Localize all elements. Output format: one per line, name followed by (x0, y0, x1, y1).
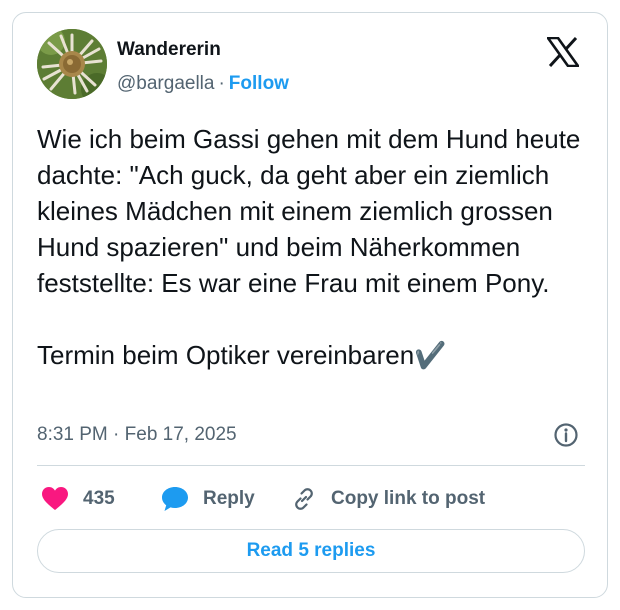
author-handle[interactable]: @bargaella (117, 73, 214, 94)
tweet-card: Wandererin @bargaella · Follow Wie ich bei… (12, 12, 608, 598)
reply-button[interactable]: Reply (161, 483, 255, 515)
separator-dot: · (218, 73, 225, 94)
tweet-paragraph: Wie ich beim Gassi gehen mit dem Hund he… (37, 124, 581, 298)
reply-label: Reply (203, 488, 255, 509)
divider (37, 465, 585, 466)
like-button[interactable]: 435 (41, 483, 115, 515)
read-replies-button[interactable]: Read 5 replies (37, 529, 585, 573)
avatar[interactable] (37, 29, 107, 99)
heart-icon (41, 486, 69, 512)
tweet-text: Wie ich beim Gassi gehen mit dem Hund he… (37, 121, 593, 373)
follow-button[interactable]: Follow (229, 73, 289, 94)
timestamp[interactable]: 8:31 PM · Feb 17, 2025 (37, 424, 237, 446)
like-count: 435 (83, 488, 115, 509)
author-meta: @bargaella · Follow (117, 73, 289, 95)
copy-link-label: Copy link to post (331, 488, 486, 509)
x-logo-icon[interactable] (546, 36, 580, 68)
copy-link-button[interactable]: Copy link to post (291, 483, 485, 515)
author-name[interactable]: Wandererin (117, 39, 221, 61)
read-replies-label: Read 5 replies (246, 540, 376, 561)
reply-bubble-icon (161, 486, 189, 512)
avatar-thistle-image (37, 29, 107, 99)
link-icon (291, 486, 317, 512)
info-icon[interactable] (553, 422, 579, 448)
tweet-paragraph: Termin beim Optiker vereinbaren✔️ (37, 340, 447, 370)
